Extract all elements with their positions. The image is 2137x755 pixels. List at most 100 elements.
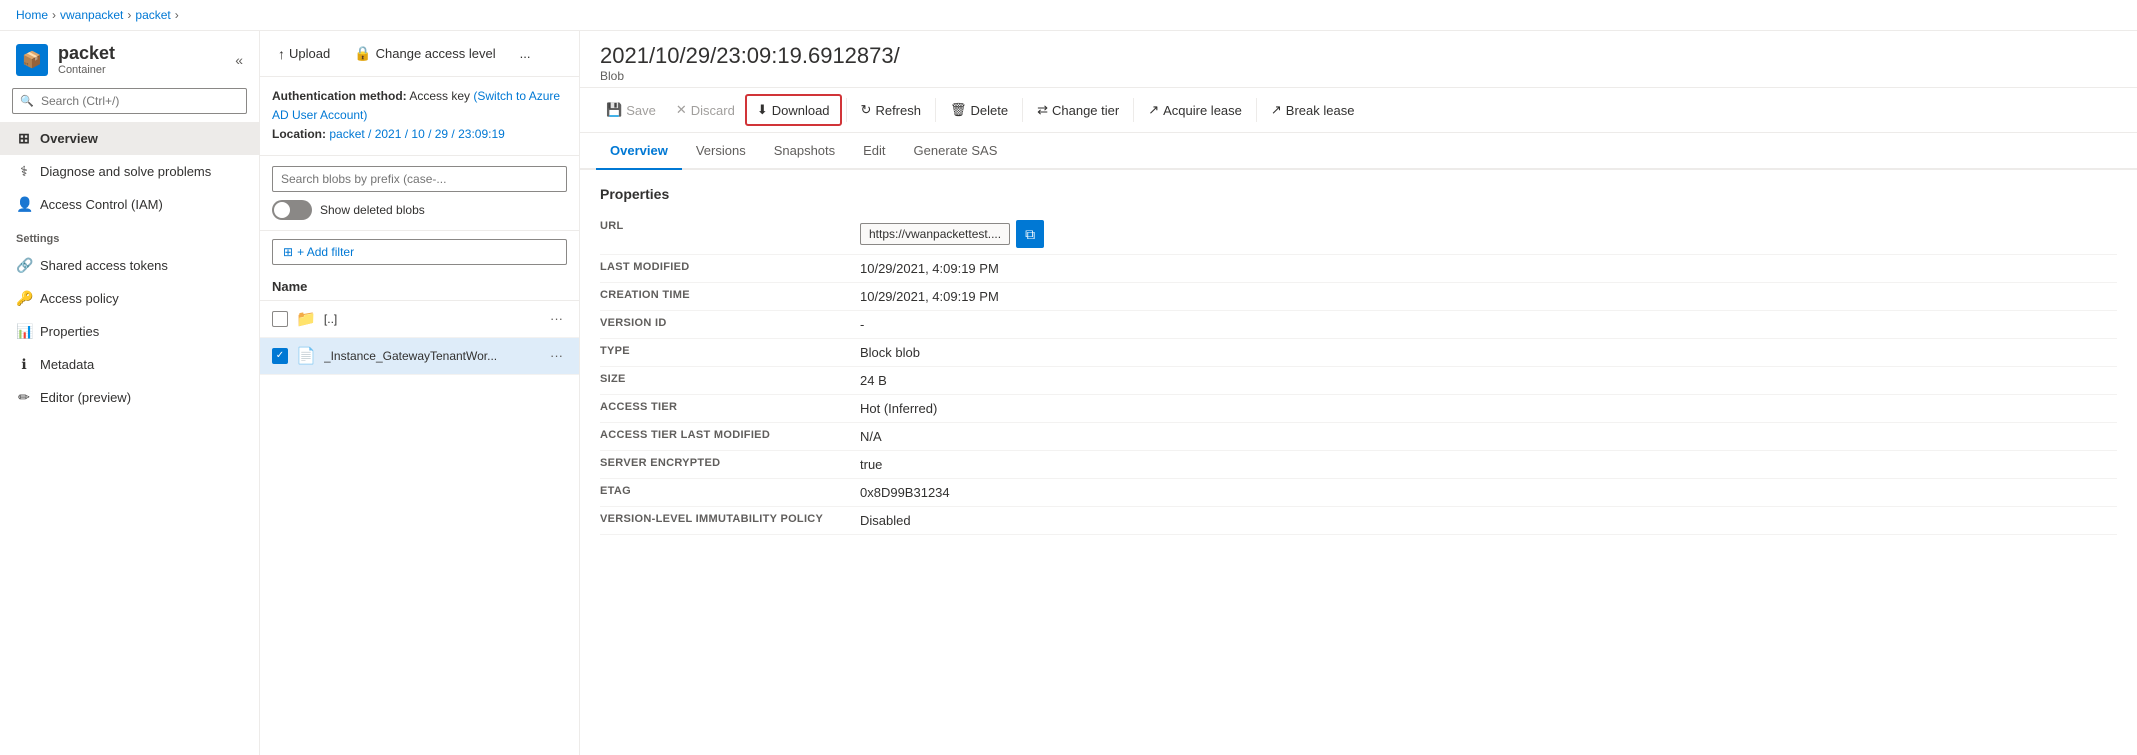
acquire-lease-icon: ↗ [1148,102,1159,118]
url-value: https://vwanpackettest.... [860,223,1010,245]
sidebar-nav: ⊞ Overview ⚕ Diagnose and solve problems… [0,122,259,755]
sidebar-item-access-policy[interactable]: 🔑 Access policy [0,282,259,315]
file-row[interactable]: 📁 [..] ··· [260,301,579,338]
middle-panel: ↑ Upload 🔒 Change access level ... Authe… [260,31,580,755]
prop-access-tier: ACCESS TIER Hot (Inferred) [600,395,2117,423]
sidebar-item-label: Shared access tokens [40,258,168,273]
toolbar-separator [1256,98,1257,122]
sidebar-item-shared-access[interactable]: 🔗 Shared access tokens [0,249,259,282]
file-name: [..] [324,312,538,326]
more-button[interactable]: ... [514,42,537,65]
folder-icon: 📁 [296,309,316,329]
toolbar-separator [1022,98,1023,122]
file-row-selected[interactable]: ✓ 📄 _Instance_GatewayTenantWor... ··· [260,338,579,375]
overview-icon: ⊞ [16,130,32,147]
location-path-link[interactable]: packet / 2021 / 10 / 29 / [329,127,454,141]
change-access-button[interactable]: 🔒 Change access level [348,41,501,66]
sidebar-item-metadata[interactable]: ℹ Metadata [0,348,259,381]
shared-access-icon: 🔗 [16,257,32,274]
sidebar-collapse-button[interactable]: « [235,52,243,68]
sidebar-item-overview[interactable]: ⊞ Overview [0,122,259,155]
delete-icon: 🗑 [950,102,967,118]
delete-button[interactable]: 🗑 Delete [940,96,1018,124]
prop-label: VERSION-LEVEL IMMUTABILITY POLICY [600,513,860,525]
settings-section-label: Settings [0,221,259,249]
prop-value: 0x8D99B31234 [860,485,2117,500]
search-input[interactable] [12,88,247,114]
show-deleted-label: Show deleted blobs [320,203,425,217]
breadcrumb: Home › vwanpacket › packet › [0,0,2137,31]
toolbar-separator [935,98,936,122]
tab-edit[interactable]: Edit [849,133,899,170]
sidebar-title: packet [58,43,115,64]
add-filter-button[interactable]: ⊞ + Add filter [272,239,567,265]
location-time-link[interactable]: 23:09:19 [458,127,505,141]
breadcrumb-vwanpacket[interactable]: vwanpacket [60,8,123,22]
show-deleted-toggle[interactable] [272,200,312,220]
file-more-button[interactable]: ··· [546,346,567,365]
prop-server-encrypted: SERVER ENCRYPTED true [600,451,2117,479]
tab-generate-sas[interactable]: Generate SAS [900,133,1012,170]
middle-toolbar: ↑ Upload 🔒 Change access level ... [260,31,579,77]
discard-button[interactable]: ✕ Discard [666,96,745,124]
file-checkbox[interactable] [272,311,288,327]
prop-value: true [860,457,2117,472]
sidebar-item-properties[interactable]: 📊 Properties [0,315,259,348]
blob-tabs: Overview Versions Snapshots Edit Generat… [580,133,2137,170]
prop-creation-time: CREATION TIME 10/29/2021, 4:09:19 PM [600,283,2117,311]
iam-icon: 👤 [16,196,32,213]
prop-label-url: URL [600,220,860,232]
file-name: _Instance_GatewayTenantWor... [324,349,538,363]
tab-overview[interactable]: Overview [596,133,682,170]
access-policy-icon: 🔑 [16,290,32,307]
prop-label: LAST MODIFIED [600,261,860,273]
middle-search: Show deleted blobs [260,156,579,231]
sidebar-item-iam[interactable]: 👤 Access Control (IAM) [0,188,259,221]
properties-title: Properties [600,186,2117,202]
prop-value: - [860,317,2117,332]
acquire-lease-button[interactable]: ↗ Acquire lease [1138,96,1252,124]
prop-size: SIZE 24 B [600,367,2117,395]
prop-label: SIZE [600,373,860,385]
blob-content: Properties URL https://vwanpackettest...… [580,170,2137,755]
break-lease-button[interactable]: ↗ Break lease [1261,96,1365,124]
prop-value: Hot (Inferred) [860,401,2117,416]
download-button[interactable]: ⬇ Download [745,94,842,126]
breadcrumb-home[interactable]: Home [16,8,48,22]
properties-icon: 📊 [16,323,32,340]
blob-header: 2021/10/29/23:09:19.6912873/ Blob [580,31,2137,88]
metadata-icon: ℹ [16,356,32,373]
breadcrumb-packet[interactable]: packet [135,8,170,22]
save-button[interactable]: 💾 Save [596,96,666,124]
refresh-button[interactable]: ↻ Refresh [851,96,931,124]
save-icon: 💾 [606,102,622,118]
blob-search-input[interactable] [272,166,567,192]
upload-button[interactable]: ↑ Upload [272,42,336,66]
blob-subtitle: Blob [600,69,2117,83]
tab-snapshots[interactable]: Snapshots [760,133,849,170]
prop-value: 24 B [860,373,2117,388]
sidebar-item-editor[interactable]: ✏ Editor (preview) [0,381,259,414]
copy-url-button[interactable]: ⧉ [1016,220,1044,248]
file-checkbox-checked[interactable]: ✓ [272,348,288,364]
prop-immutability: VERSION-LEVEL IMMUTABILITY POLICY Disabl… [600,507,2117,535]
container-icon: 📦 [16,44,48,76]
sidebar-item-diagnose[interactable]: ⚕ Diagnose and solve problems [0,155,259,188]
file-more-button[interactable]: ··· [546,309,567,328]
blob-file-icon: 📄 [296,346,316,366]
sidebar-item-label: Metadata [40,357,94,372]
prop-label: ACCESS TIER LAST MODIFIED [600,429,860,441]
change-tier-button[interactable]: ⇄ Change tier [1027,96,1129,124]
blob-title: 2021/10/29/23:09:19.6912873/ [600,43,2117,69]
right-panel: 2021/10/29/23:09:19.6912873/ Blob 💾 Save… [580,31,2137,755]
sidebar-item-label: Access policy [40,291,119,306]
sidebar-item-label: Diagnose and solve problems [40,164,211,179]
lock-icon: 🔒 [354,45,371,62]
diagnose-icon: ⚕ [16,163,32,180]
tab-versions[interactable]: Versions [682,133,760,170]
blob-toolbar: 💾 Save ✕ Discard ⬇ Download ↻ Refresh 🗑 … [580,88,2137,133]
prop-label: CREATION TIME [600,289,860,301]
refresh-icon: ↻ [861,102,872,118]
middle-auth: Authentication method: Access key (Switc… [260,77,579,156]
toolbar-separator [846,98,847,122]
